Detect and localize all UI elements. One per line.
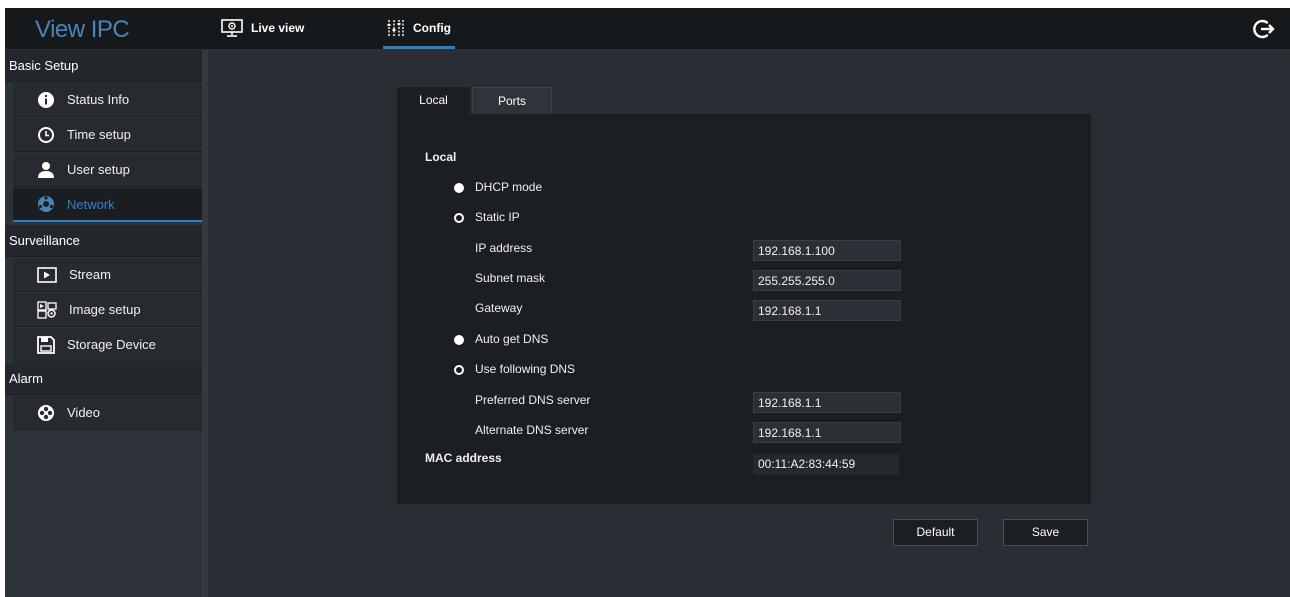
sidebar-scrollbar[interactable] — [202, 50, 208, 597]
sidebar-item-label: Network — [67, 196, 115, 212]
alternate-dns-label: Alternate DNS server — [475, 423, 589, 437]
tab-local[interactable]: Local — [397, 87, 470, 114]
nav-config[interactable]: Config — [383, 8, 455, 49]
preferred-dns-label: Preferred DNS server — [475, 393, 591, 407]
sidebar-item-stream[interactable]: Stream — [13, 258, 202, 292]
network-icon — [38, 196, 54, 212]
sidebar-item-label: Status Info — [67, 92, 130, 107]
logout-icon[interactable] — [1253, 18, 1275, 40]
mac-address-label: MAC address — [425, 451, 502, 465]
ip-address-input[interactable] — [753, 240, 901, 261]
sidebar-item-storage-device[interactable]: Storage Device — [13, 328, 202, 362]
nav-live-view-label: Live view — [251, 21, 305, 35]
sidebar-item-network[interactable]: Network — [13, 188, 202, 222]
subnet-mask-input[interactable] — [753, 270, 901, 291]
dhcp-mode-label: DHCP mode — [475, 180, 543, 194]
auto-dns-label: Auto get DNS — [475, 332, 549, 346]
gateway-label: Gateway — [475, 301, 523, 315]
sidebar-section-alarm[interactable]: Alarm — [5, 363, 202, 395]
sidebar-item-label: Video — [67, 405, 101, 420]
preferred-dns-input[interactable] — [753, 392, 901, 413]
top-bar: View IPC Live view Config — [5, 8, 1290, 50]
local-settings-panel: Local DHCP mode Static IP IP address Sub… — [397, 114, 1091, 504]
sidebar-item-user-setup[interactable]: User setup — [13, 153, 202, 187]
nav-config-label: Config — [413, 21, 451, 35]
sidebar-item-label: Time setup — [67, 127, 131, 142]
sidebar-item-label: Image setup — [69, 302, 141, 317]
mac-address-value: 00:11:A2:83:44:59 — [753, 454, 899, 475]
user-icon — [38, 161, 54, 178]
sidebar-item-image-setup[interactable]: Image setup — [13, 293, 202, 327]
use-dns-radio[interactable] — [454, 365, 464, 375]
sidebar-section-basic-setup[interactable]: Basic Setup — [5, 50, 202, 82]
static-ip-radio[interactable] — [454, 213, 464, 223]
sidebar-item-status-info[interactable]: Status Info — [13, 83, 202, 117]
sidebar-section-surveillance[interactable]: Surveillance — [5, 225, 202, 257]
use-dns-label: Use following DNS — [475, 362, 576, 376]
info-icon — [38, 91, 54, 108]
static-ip-label: Static IP — [475, 210, 520, 224]
app-window: View IPC Live view Config Basic Setup St… — [5, 8, 1290, 597]
ip-address-label: IP address — [475, 241, 533, 255]
sidebar: Basic Setup Status Info Time setup User … — [5, 50, 202, 597]
save-button[interactable]: Save — [1003, 519, 1088, 546]
gateway-input[interactable] — [753, 300, 901, 321]
sidebar-item-label: Storage Device — [67, 337, 156, 352]
subnet-mask-label: Subnet mask — [475, 271, 546, 285]
app-logo: View IPC — [35, 16, 130, 43]
monitor-icon — [221, 19, 243, 37]
auto-dns-radio[interactable] — [454, 335, 464, 345]
sidebar-item-label: Stream — [69, 267, 111, 282]
section-title: Local — [425, 150, 457, 164]
default-button[interactable]: Default — [893, 519, 978, 546]
video-alarm-icon — [38, 404, 54, 421]
image-settings-icon — [37, 300, 57, 319]
clock-icon — [38, 126, 54, 143]
sidebar-item-time-setup[interactable]: Time setup — [13, 118, 202, 152]
sidebar-item-label: User setup — [67, 162, 130, 177]
play-icon — [37, 266, 57, 283]
dhcp-mode-radio[interactable] — [454, 183, 464, 193]
sliders-icon — [387, 20, 404, 36]
floppy-icon — [37, 335, 55, 354]
tab-ports[interactable]: Ports — [472, 87, 552, 114]
sidebar-item-video[interactable]: Video — [13, 396, 202, 430]
alternate-dns-input[interactable] — [753, 422, 901, 443]
nav-live-view[interactable]: Live view — [221, 8, 304, 48]
